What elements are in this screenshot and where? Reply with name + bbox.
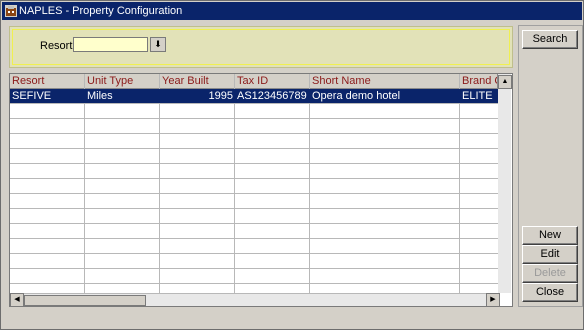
title-bar: NAPLES - Property Configuration [2,2,582,20]
table-row-empty[interactable] [10,194,498,209]
cell-brand-code: ELITE [462,90,493,102]
table-row-empty[interactable] [10,269,498,284]
cell-year-built: 1995 [208,90,233,102]
vertical-scrollbar[interactable]: ▲ [498,74,512,293]
resort-input[interactable] [73,37,148,52]
app-icon [5,5,17,17]
table-row-empty[interactable] [10,149,498,164]
cell-unit-type: Miles [87,90,113,102]
status-bar [1,315,583,329]
table-row-empty[interactable] [10,209,498,224]
table-row-empty[interactable] [10,164,498,179]
horizontal-scrollbar[interactable]: ◀ ▶ [10,293,500,306]
scroll-up-icon[interactable]: ▲ [498,75,512,89]
new-button[interactable]: New [522,226,578,245]
property-grid: Resort Unit Type Year Built Tax ID Short… [9,73,513,307]
cell-short-name: Opera demo hotel [312,90,401,102]
table-row-empty[interactable] [10,179,498,194]
close-button[interactable]: Close [522,283,578,302]
table-row-empty[interactable] [10,239,498,254]
resort-label: Resort [40,40,73,52]
horizontal-scroll-thumb[interactable] [24,295,146,306]
table-row-empty[interactable] [10,104,498,119]
table-row-empty[interactable] [10,254,498,269]
scroll-left-icon[interactable]: ◀ [10,293,24,306]
down-arrow-icon: ⬇ [154,39,162,49]
search-panel: Resort ⬇ [9,26,513,68]
table-row-selected[interactable]: SEFIVE Miles 1995 AS123456789 Opera demo… [10,89,498,104]
table-row-empty[interactable] [10,134,498,149]
property-configuration-window: NAPLES - Property Configuration Resort ⬇… [0,0,584,330]
cell-tax-id: AS123456789 [237,90,307,102]
window-title: NAPLES - Property Configuration [19,5,183,17]
column-header-brand-code[interactable]: Brand Co [460,74,498,88]
edit-button[interactable]: Edit [522,245,578,264]
search-button[interactable]: Search [522,30,578,49]
resort-dropdown-button[interactable]: ⬇ [150,37,166,52]
table-row-empty[interactable] [10,224,498,239]
scroll-right-icon[interactable]: ▶ [486,293,500,306]
button-panel: Search New Edit Delete Close [518,25,583,307]
delete-button: Delete [522,264,578,283]
table-row-empty[interactable] [10,119,498,134]
cell-resort: SEFIVE [12,90,52,102]
